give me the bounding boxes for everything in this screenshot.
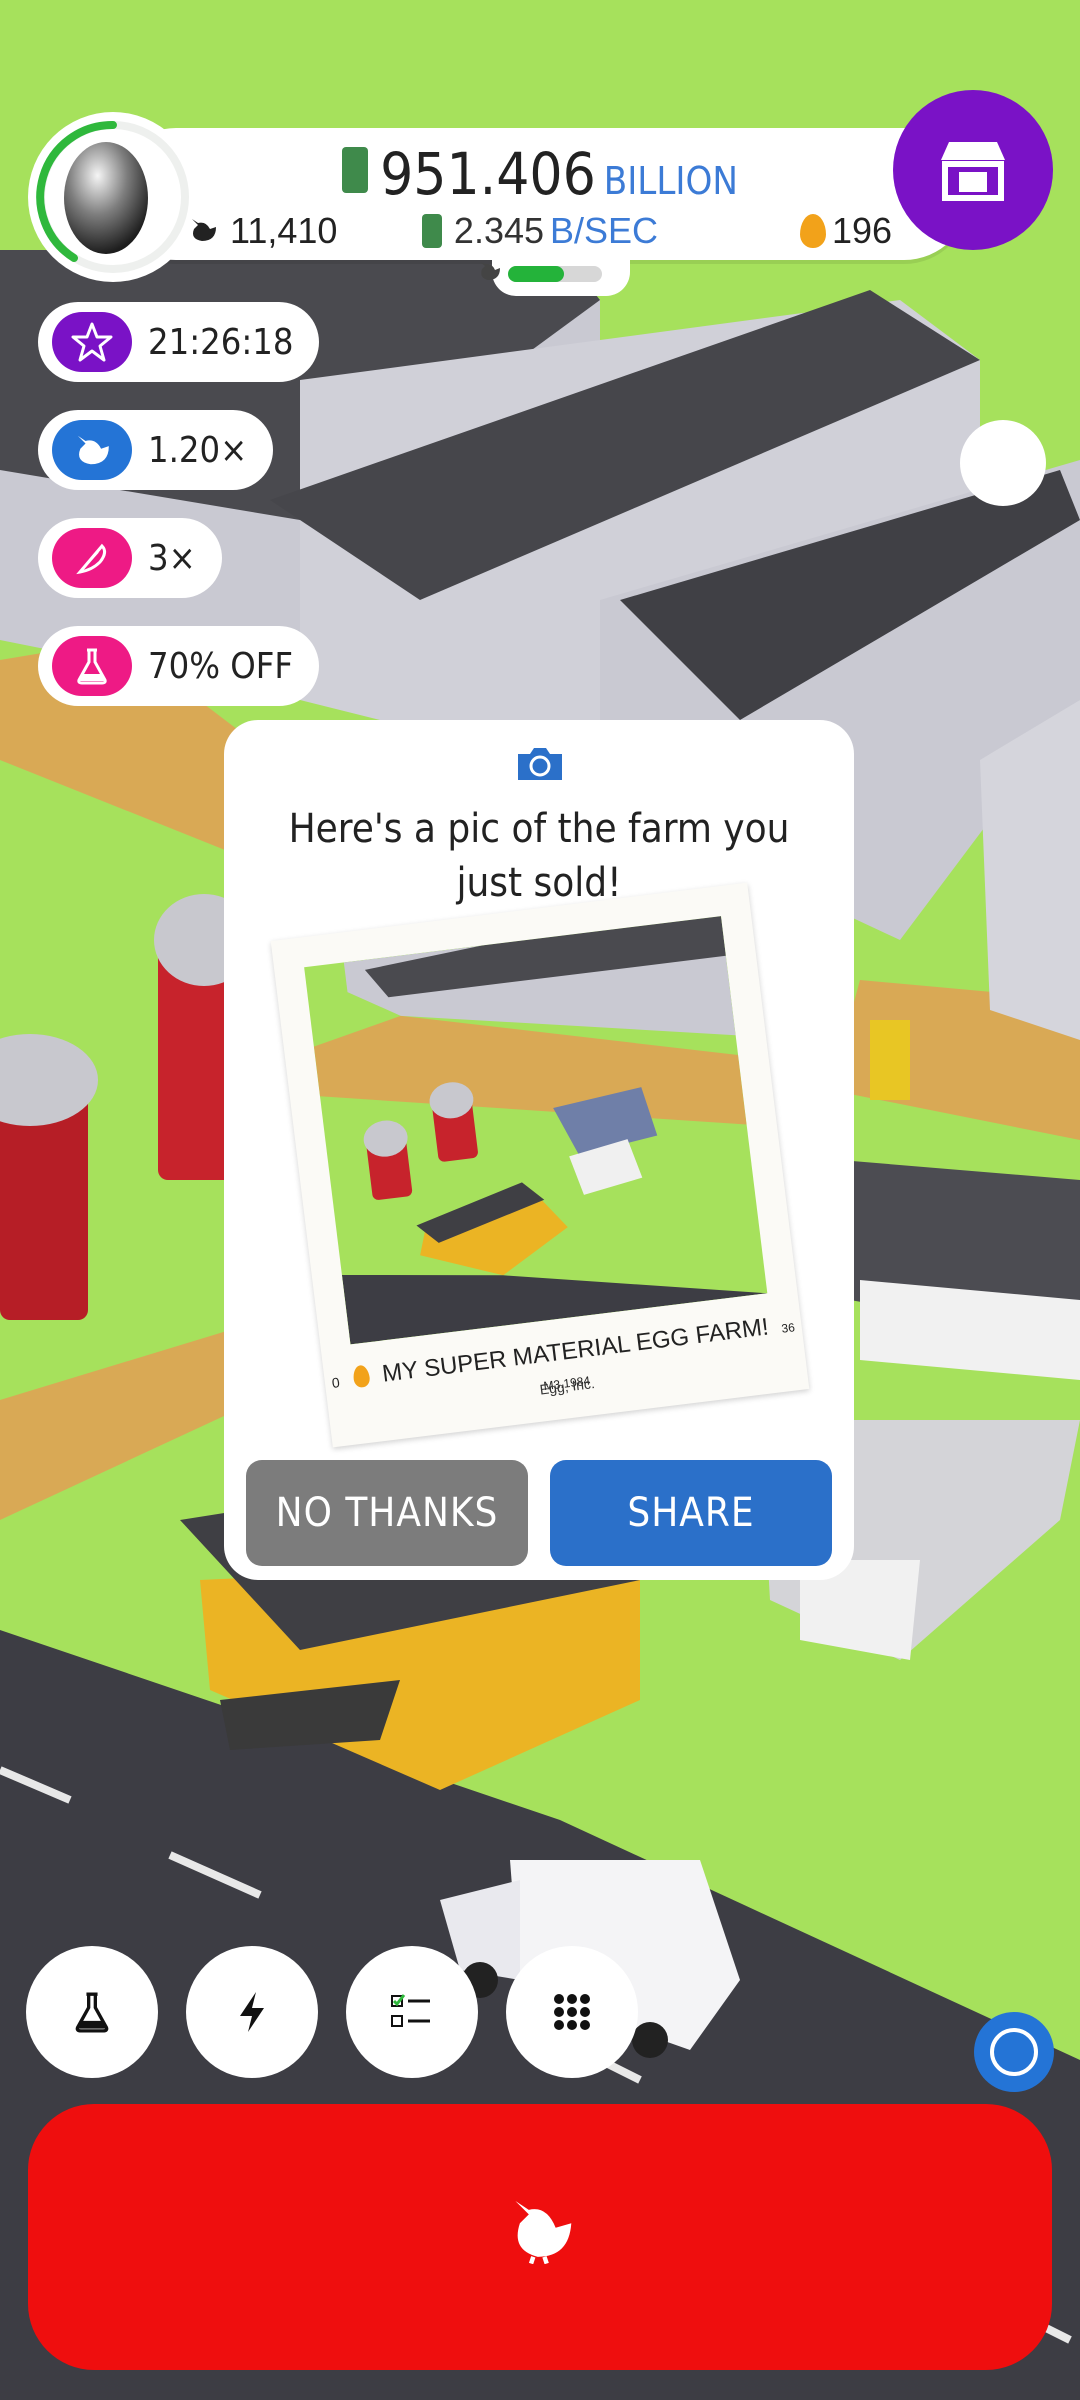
chicken-icon	[192, 219, 216, 242]
chicken-count-value: 11,410	[230, 210, 338, 251]
rate-unit: B/SEC	[550, 210, 659, 251]
golden-egg-icon	[352, 1364, 372, 1388]
dialog-title: Here's a pic of the farm you just sold!	[224, 802, 854, 910]
boost-label: 21:26:18	[148, 321, 294, 363]
star-icon	[52, 312, 132, 372]
checklist-icon	[391, 1994, 430, 2027]
cash-icon	[421, 214, 442, 249]
boost-label: 3×	[148, 537, 196, 579]
flask-icon	[52, 636, 132, 696]
boost-label: 1.20×	[148, 429, 248, 471]
boost-feather-multiplier[interactable]: 3×	[38, 518, 222, 598]
feather-icon	[52, 528, 132, 588]
rate-value: 2.345	[453, 210, 545, 251]
chicken-icon	[52, 420, 132, 480]
golden-egg-icon	[800, 214, 826, 249]
menu-button[interactable]	[506, 1946, 638, 2078]
golden-egg-value: 196	[832, 210, 893, 251]
chicken-icon	[480, 262, 500, 280]
chicken-icon	[515, 2200, 572, 2264]
chicken-count: 11,410	[186, 210, 337, 252]
progress-fill	[508, 266, 564, 282]
boost-timer[interactable]: 21:26:18	[38, 302, 320, 382]
money-value: 951.406	[380, 140, 596, 208]
cash-icon	[342, 146, 369, 193]
boost-research-discount[interactable]: 70% OFF	[38, 626, 320, 706]
missions-button[interactable]	[346, 1946, 478, 2078]
lightning-icon	[240, 1992, 264, 2032]
shop-button[interactable]	[893, 90, 1053, 250]
flask-icon	[75, 1992, 109, 2033]
shop-icon	[941, 142, 1005, 201]
dialog-title-line: Here's a pic of the farm you	[288, 806, 790, 852]
boost-label: 70% OFF	[148, 645, 294, 687]
research-button[interactable]	[26, 1946, 158, 2078]
no-thanks-button[interactable]: NO THANKS	[246, 1460, 528, 1566]
dialog-title-line: just sold!	[456, 860, 622, 906]
share-button[interactable]: SHARE	[550, 1460, 832, 1566]
money-unit: BILLION	[603, 159, 738, 203]
photo-chicken-count: 0	[330, 1374, 341, 1391]
grid-menu-icon	[554, 1994, 590, 2030]
camera-icon	[518, 748, 562, 780]
farm-polaroid: 0 MY SUPER MATERIAL EGG FARM! 36 M3.1984…	[270, 882, 810, 1448]
hatch-chicken-button[interactable]	[28, 2104, 1052, 2370]
golden-egg-count: 196	[800, 210, 892, 252]
camera-mode-button[interactable]	[974, 2012, 1054, 2092]
boost-chicken-multiplier[interactable]: 1.20×	[38, 410, 274, 490]
farm-photo	[304, 916, 768, 1345]
side-indicator[interactable]	[960, 420, 1046, 506]
boosts-button[interactable]	[186, 1946, 318, 2078]
